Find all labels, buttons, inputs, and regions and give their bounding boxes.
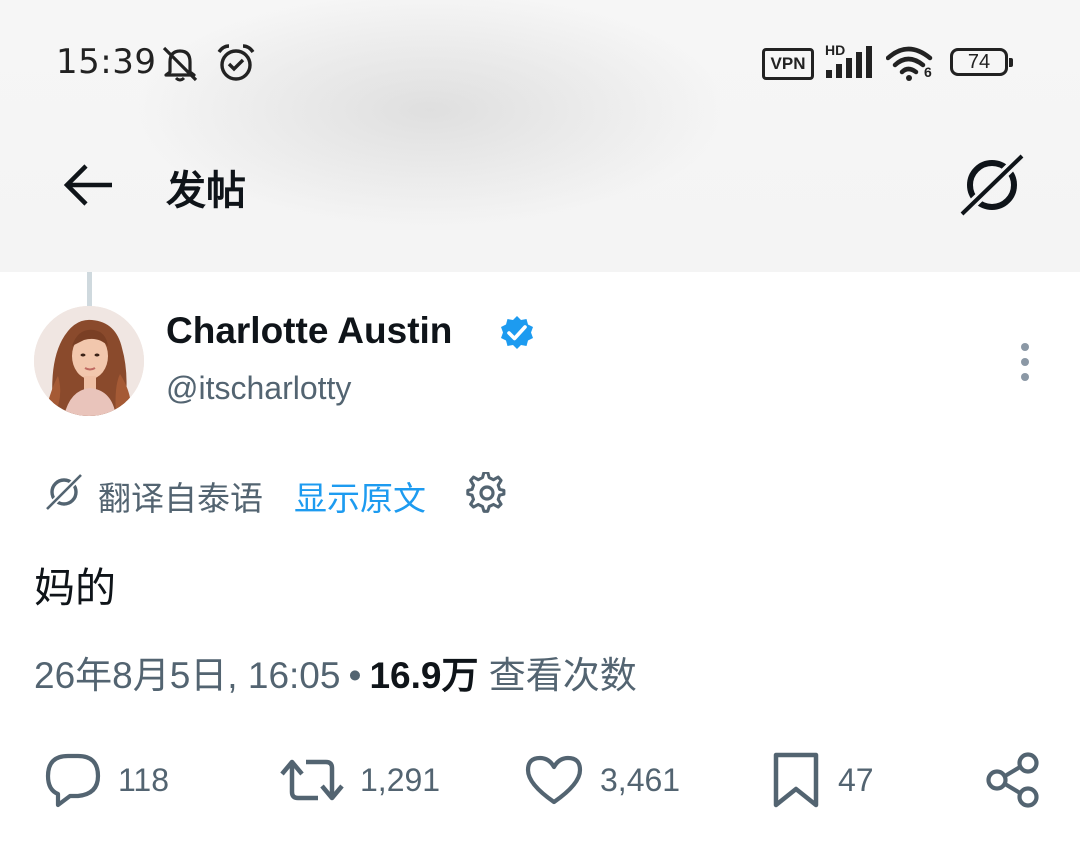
post-timestamp[interactable]: 26年8月5日, 16:05 xyxy=(34,655,340,696)
meta-separator: • xyxy=(348,655,362,696)
post-text: 妈的 xyxy=(34,564,116,612)
like-button[interactable]: 3,461 xyxy=(524,752,680,808)
page-title: 发帖 xyxy=(166,168,246,214)
repost-icon xyxy=(280,759,344,801)
reply-count: 118 xyxy=(118,761,170,798)
share-icon xyxy=(986,752,1039,808)
show-original-link[interactable]: 显示原文 xyxy=(294,472,426,520)
heart-icon xyxy=(525,755,583,805)
grok-icon[interactable] xyxy=(958,152,1028,218)
views-count[interactable]: 16.9万 xyxy=(369,655,478,696)
header-background xyxy=(0,0,1080,272)
post-meta: 26年8月5日, 16:05 • 16.9万 查看次数 xyxy=(34,645,637,699)
avatar[interactable] xyxy=(34,306,144,416)
bookmark-count: 47 xyxy=(838,761,874,798)
vpn-icon: VPN xyxy=(762,48,814,80)
status-time: 15:39 xyxy=(56,42,157,82)
verified-badge-icon[interactable] xyxy=(498,314,536,352)
battery-icon: 74 xyxy=(950,48,1013,76)
author-handle[interactable]: @itscharlotty xyxy=(166,370,351,407)
translation-note: 翻译自泰语 xyxy=(98,479,263,518)
repost-button[interactable]: 1,291 xyxy=(280,752,440,808)
reply-button[interactable]: 118 xyxy=(44,752,169,808)
reply-icon xyxy=(45,753,101,808)
like-count: 3,461 xyxy=(600,761,681,798)
author-name[interactable]: Charlotte Austin xyxy=(166,310,452,352)
repost-count: 1,291 xyxy=(360,761,441,798)
gear-icon[interactable] xyxy=(466,472,508,514)
bookmark-button[interactable]: 47 xyxy=(770,752,874,808)
grok-translate-icon xyxy=(44,472,84,512)
network-label: HD xyxy=(824,42,847,58)
bookmark-icon xyxy=(773,752,819,808)
alarm-icon xyxy=(217,44,255,81)
share-button[interactable] xyxy=(984,752,1042,808)
views-label: 查看次数 xyxy=(488,655,637,696)
wifi-version-label: 6 xyxy=(924,64,932,80)
more-options-icon[interactable] xyxy=(1016,342,1034,382)
avatar-image xyxy=(34,306,144,416)
arrow-left-icon[interactable] xyxy=(62,162,114,208)
thread-line xyxy=(87,272,92,308)
mute-icon xyxy=(162,46,198,82)
